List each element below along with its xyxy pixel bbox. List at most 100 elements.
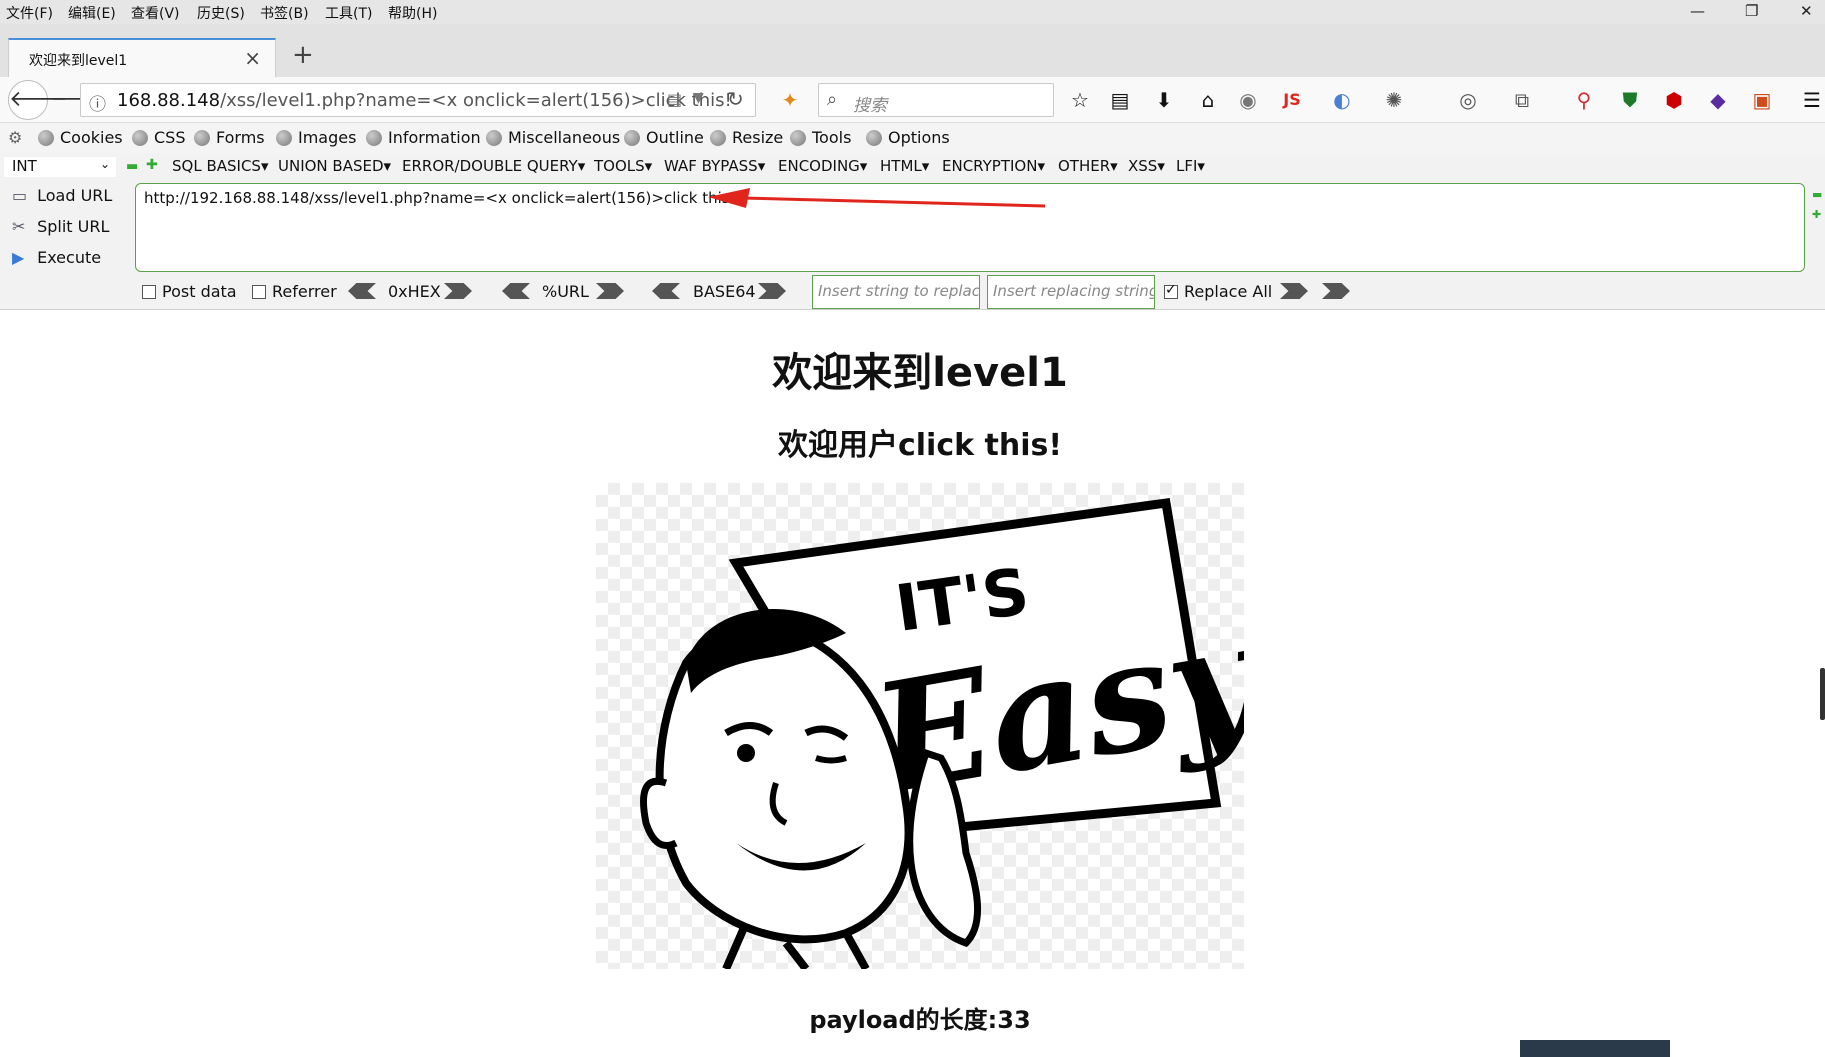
back-icon[interactable]: 🡐 (8, 80, 68, 120)
toolbar-cookies[interactable]: Cookies (38, 128, 123, 147)
close-tab-icon[interactable]: × (244, 46, 261, 70)
toolbar-images[interactable]: Images (276, 128, 356, 147)
scrollbar-thumb[interactable] (1820, 668, 1825, 720)
bookmark-star-icon[interactable]: ☆ (1068, 88, 1092, 112)
replace-all-arrow-icon[interactable] (1322, 283, 1350, 299)
address-bar[interactable]: ⓘ 168.88.148/xss/level1.php?name=<x oncl… (80, 83, 756, 117)
referrer-checkbox[interactable]: Referrer (252, 282, 337, 301)
toolbar-outline-label: Outline (646, 128, 704, 147)
toolbar-css[interactable]: CSS (132, 128, 185, 147)
menu-other-label: OTHER (1058, 157, 1111, 175)
load-url-button[interactable]: ▭ Load URL (12, 186, 112, 205)
gear-icon[interactable]: ⚙ (8, 128, 22, 147)
new-tab-icon[interactable]: + (292, 40, 314, 70)
menu-help[interactable]: 帮助(H) (388, 3, 437, 23)
restore-icon[interactable]: ❐ (1745, 2, 1758, 20)
fox-extension-icon[interactable]: ✦ (778, 88, 802, 112)
hex-decode-arrow-icon[interactable] (348, 283, 376, 299)
reader-icon[interactable]: ▤ (667, 90, 682, 109)
toolbar-information[interactable]: Information (366, 128, 481, 147)
home-icon[interactable]: ⌂ (1196, 88, 1220, 112)
post-data-box[interactable] (142, 285, 156, 299)
url-decode-arrow-icon[interactable] (502, 283, 530, 299)
execute-button[interactable]: ▶ Execute (12, 248, 101, 267)
close-window-icon[interactable]: ✕ (1800, 2, 1813, 20)
gem-icon[interactable]: ◆ (1706, 88, 1730, 112)
translate-icon[interactable]: ◐ (1330, 88, 1354, 112)
minimize-icon[interactable]: — (1690, 2, 1705, 20)
address-host: 168.88.148 (117, 90, 221, 111)
menu-file[interactable]: 文件(F) (6, 3, 53, 23)
url-dropdown-icon[interactable]: ▼ (693, 90, 704, 106)
toolbar-images-label: Images (298, 128, 357, 147)
page-heading: 欢迎来到level1 (772, 350, 1068, 396)
referrer-label: Referrer (272, 282, 337, 301)
scissors-icon: ✂ (12, 217, 26, 236)
expand-icon[interactable]: ✚ (146, 157, 158, 173)
reload-icon[interactable]: ↻ (727, 87, 744, 111)
menu-lfi[interactable]: LFI▾ (1176, 157, 1205, 175)
toolbar-forms[interactable]: Forms (194, 128, 265, 147)
shield-icon[interactable]: ⛊ (1618, 88, 1642, 112)
bookmarks-list-icon[interactable]: ▤ (1108, 88, 1132, 112)
base64-encode-arrow-icon[interactable] (758, 283, 786, 299)
globe-icon[interactable]: ◉ (1236, 88, 1260, 112)
menu-tools-hackbar[interactable]: TOOLS▾ (594, 157, 652, 175)
toolbar-miscellaneous[interactable]: Miscellaneous (486, 128, 620, 147)
menu-xss[interactable]: XSS▾ (1128, 157, 1165, 175)
menu-union-based[interactable]: UNION BASED▾ (278, 157, 391, 175)
menu-other[interactable]: OTHER▾ (1058, 157, 1118, 175)
info-icon[interactable]: ⓘ (89, 90, 106, 115)
split-url-button[interactable]: ✂ Split URL (12, 217, 109, 236)
menu-sql-basics[interactable]: SQL BASICS▾ (172, 157, 268, 175)
referrer-box[interactable] (252, 285, 266, 299)
adblock-icon[interactable]: ⬢ (1662, 88, 1686, 112)
js-toggle-icon[interactable]: JS (1280, 88, 1304, 112)
side-collapse-icon[interactable]: ▬ (1812, 188, 1822, 201)
replace-arrow-icon[interactable] (1280, 283, 1308, 299)
chevron-down-icon: ⌄ (99, 157, 110, 171)
screenshot-icon[interactable]: ⧉ (1510, 88, 1534, 112)
zoom-icon[interactable]: ⚲ (1572, 88, 1596, 112)
collapse-icon[interactable]: ▬ (126, 159, 138, 174)
menu-html-label: HTML (880, 157, 922, 175)
post-data-label: Post data (162, 282, 237, 301)
menu-history[interactable]: 历史(S) (197, 3, 245, 23)
download-icon[interactable]: ⬇ (1152, 88, 1176, 112)
replacing-string-input[interactable]: Insert replacing string (987, 275, 1155, 309)
taskbar-fragment (1520, 1040, 1670, 1057)
hex-encode-arrow-icon[interactable] (444, 283, 472, 299)
load-url-icon: ▭ (12, 186, 28, 205)
side-expand-icon[interactable]: ✚ (1812, 208, 1821, 221)
url-encode-arrow-icon[interactable] (596, 283, 624, 299)
type-select[interactable]: INT ⌄ (4, 157, 116, 177)
toolbar-outline[interactable]: Outline (624, 128, 704, 147)
menu-error-double-query[interactable]: ERROR/DOUBLE QUERY▾ (402, 157, 585, 175)
toolbar-options[interactable]: Options (866, 128, 950, 147)
menu-view[interactable]: 查看(V) (131, 3, 180, 23)
proxy-icon[interactable]: ◎ (1456, 88, 1480, 112)
toolbar-resize[interactable]: Resize (710, 128, 783, 147)
menu-encryption[interactable]: ENCRYPTION▾ (942, 157, 1045, 175)
tab-level1[interactable]: 欢迎来到level1 × (8, 38, 276, 77)
search-placeholder: 搜索 (853, 96, 887, 116)
menu-edit[interactable]: 编辑(E) (68, 3, 116, 23)
replace-all-box[interactable] (1164, 282, 1178, 299)
toolbar-tools[interactable]: Tools (790, 128, 851, 147)
extension-icon[interactable]: ▣ (1750, 88, 1774, 112)
toolbar-resize-label: Resize (732, 128, 784, 147)
menu-bookmarks[interactable]: 书签(B) (260, 3, 309, 23)
post-data-checkbox[interactable]: Post data (142, 282, 237, 301)
replace-all-checkbox[interactable]: Replace All (1164, 282, 1272, 301)
menu-tools[interactable]: 工具(T) (325, 3, 372, 23)
address-text: 168.88.148/xss/level1.php?name=<x onclic… (117, 90, 732, 111)
base64-decode-arrow-icon[interactable] (652, 283, 680, 299)
menu-encoding[interactable]: ENCODING▾ (778, 157, 867, 175)
palette-icon[interactable]: ✺ (1382, 88, 1406, 112)
menu-html[interactable]: HTML▾ (880, 157, 929, 175)
menu-waf-bypass[interactable]: WAF BYPASS▾ (664, 157, 765, 175)
hamburger-menu-icon[interactable]: ☰ (1800, 88, 1824, 112)
search-bar[interactable]: ⌕ 搜索 (818, 83, 1054, 117)
replace-string-input[interactable]: Insert string to replace (812, 275, 980, 309)
cookies-icon (38, 130, 54, 146)
